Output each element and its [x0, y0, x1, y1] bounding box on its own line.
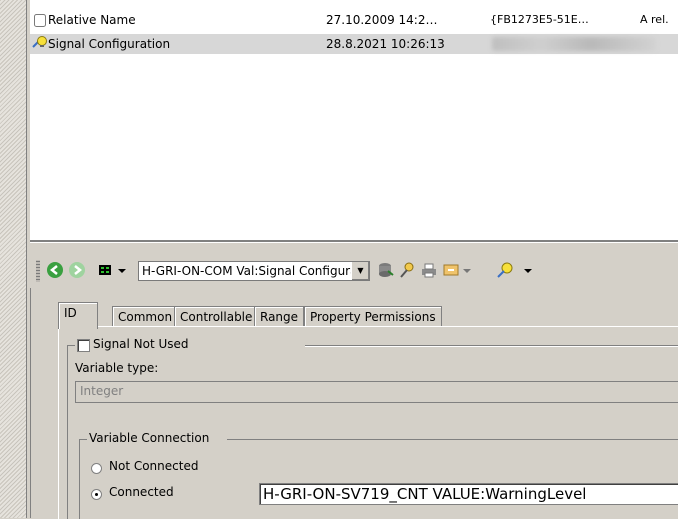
toolbar-grip[interactable] [36, 260, 40, 282]
properties-left-edge [30, 288, 31, 518]
config-wand-icon[interactable] [496, 261, 514, 279]
object-list[interactable]: Relative Name 27.10.2009 14:2… {FB1273E5… [30, 0, 678, 240]
document-icon [34, 13, 46, 27]
variable-type-field: Integer [75, 381, 678, 403]
row-name: Relative Name [48, 13, 136, 27]
connection-value-field[interactable]: H-GRI-ON-SV719_CNT VALUE:WarningLevel [259, 483, 678, 505]
variable-connection-group-top-right [227, 439, 678, 440]
left-frame [0, 0, 26, 518]
combo-dropdown-button[interactable]: ▼ [351, 262, 369, 280]
variable-type-label: Variable type: [75, 361, 159, 375]
export-dropdown-icon[interactable] [462, 261, 472, 279]
signal-selector-combo[interactable]: H-GRI-ON-COM Val:Signal Configurat ▼ [138, 261, 370, 281]
toolbar: H-GRI-ON-COM Val:Signal Configurat ▼ [30, 252, 678, 288]
variable-connection-group-top [79, 439, 87, 440]
back-icon[interactable] [46, 261, 64, 279]
variable-connection-label: Variable Connection [89, 431, 210, 445]
signal-not-used-checkbox[interactable] [77, 339, 90, 352]
signal-config-icon [32, 35, 48, 51]
dropdown-arrow-icon[interactable] [116, 261, 128, 279]
stack-icon[interactable] [376, 261, 394, 279]
tab-property-permissions[interactable]: Property Permissions [304, 306, 442, 327]
row-name: Signal Configuration [48, 37, 171, 51]
tab-controllable[interactable]: Controllable [174, 306, 259, 327]
tab-panel-id: Signal Not Used Variable type: Integer V… [58, 326, 678, 519]
printer-icon[interactable] [420, 261, 438, 279]
list-row-relative-name[interactable]: Relative Name 27.10.2009 14:2… {FB1273E5… [30, 10, 678, 30]
signal-group-line-right [305, 345, 678, 347]
grid-icon[interactable] [96, 261, 114, 279]
signal-not-used-label: Signal Not Used [93, 337, 189, 351]
not-connected-label: Not Connected [109, 459, 199, 473]
list-row-signal-configuration[interactable]: Signal Configuration 28.8.2021 10:26:13 [30, 34, 678, 54]
export-icon[interactable] [442, 261, 460, 279]
not-connected-radio[interactable] [91, 463, 102, 474]
combo-value: H-GRI-ON-COM Val:Signal Configurat [142, 264, 363, 278]
row-date: 28.8.2021 10:26:13 [326, 37, 445, 51]
signal-group-line [67, 345, 75, 346]
pin-icon[interactable] [398, 261, 416, 279]
redacted-value [492, 37, 656, 51]
connected-label: Connected [109, 485, 174, 499]
tab-id[interactable]: ID [58, 302, 98, 329]
row-date: 27.10.2009 14:2… [326, 13, 438, 27]
connected-radio[interactable] [91, 489, 102, 500]
row-guid: {FB1273E5-51E… [490, 13, 589, 26]
row-description: A rel. [640, 13, 669, 26]
forward-icon[interactable] [68, 261, 86, 279]
variable-connection-group-left [79, 439, 80, 519]
config-dropdown-icon[interactable] [522, 261, 534, 279]
tab-range[interactable]: Range [254, 306, 305, 327]
signal-group-left-line [67, 345, 68, 519]
tab-common[interactable]: Common [112, 306, 179, 327]
